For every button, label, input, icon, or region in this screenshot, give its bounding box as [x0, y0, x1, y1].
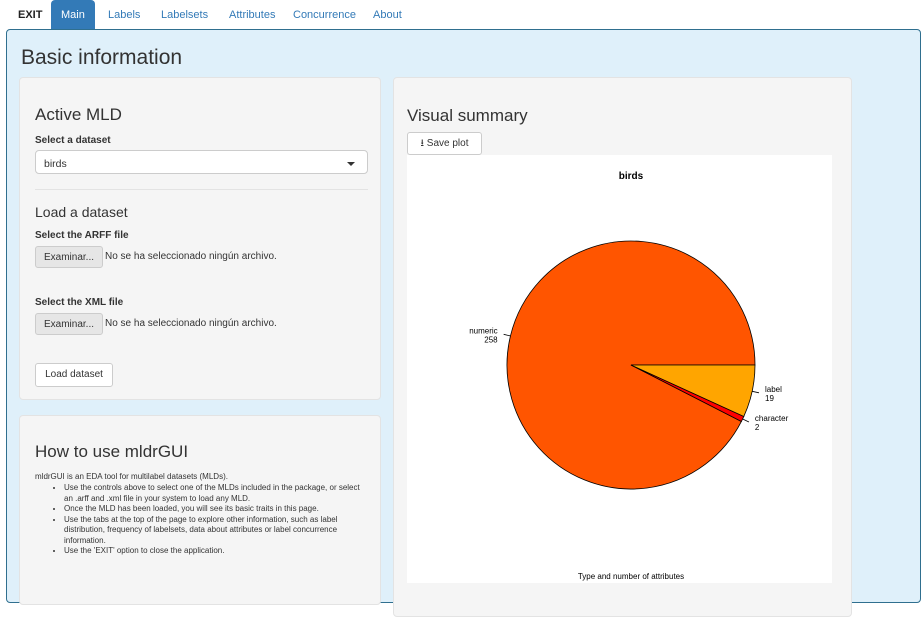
- dataset-panel: Active MLD Select a dataset birds Load a…: [19, 77, 381, 400]
- xml-file-label: Select the XML file: [35, 297, 124, 308]
- arff-file-label: Select the ARFF file: [35, 230, 129, 241]
- arff-file-status: No se ha seleccionado ningún archivo.: [105, 251, 277, 262]
- pie-value-label: 19: [765, 394, 774, 403]
- chart-caption: Type and number of attributes: [578, 572, 684, 581]
- active-mld-title: Active MLD: [35, 105, 122, 124]
- help-panel: How to use mldrGUI mldrGUI is an EDA too…: [19, 415, 381, 605]
- pie-value-numeric: 258: [484, 335, 498, 344]
- select-dataset-label: Select a dataset: [35, 135, 111, 146]
- pie-label-numeric: numeric: [469, 326, 497, 335]
- list-item: Use the controls above to select one of …: [64, 483, 360, 504]
- page-title: Basic information: [21, 46, 183, 69]
- pie-value-character: 2: [755, 423, 760, 432]
- pie-leader-label: [752, 390, 760, 394]
- xml-file-status: No se ha seleccionado ningún archivo.: [105, 318, 277, 329]
- load-dataset-button[interactable]: Load dataset: [35, 363, 113, 387]
- list-item: Use the 'EXIT' option to close the appli…: [64, 546, 360, 557]
- download-icon: ⭳: [420, 138, 425, 149]
- nav-exit[interactable]: EXIT: [8, 0, 52, 30]
- tab-labels[interactable]: Labels: [98, 0, 150, 30]
- chart-title: birds: [619, 171, 644, 182]
- tab-labelsets[interactable]: Labelsets: [151, 0, 218, 30]
- save-plot-label: Save plot: [426, 138, 469, 149]
- chevron-down-icon: [347, 162, 355, 166]
- save-plot-button[interactable]: ⭳ Save plot: [407, 132, 482, 155]
- dataset-select-value: birds: [44, 158, 67, 170]
- pie-label-label: label: [765, 385, 782, 394]
- help-title: How to use mldrGUI: [35, 442, 189, 461]
- visual-summary-panel: Visual summary ⭳ Save plot birds Type and…: [393, 77, 852, 617]
- visual-summary-title: Visual summary: [407, 106, 528, 125]
- tab-main[interactable]: Main: [51, 0, 95, 30]
- pie-leader-character: [742, 418, 750, 423]
- tab-concurrence[interactable]: Concurrence: [283, 0, 366, 30]
- tab-attributes[interactable]: Attributes: [219, 0, 285, 30]
- pie-label-character: character: [755, 414, 789, 423]
- tab-about[interactable]: About: [363, 0, 412, 30]
- load-dataset-title: Load a dataset: [35, 204, 128, 220]
- arff-browse-button[interactable]: Examinar...: [35, 246, 104, 268]
- help-intro: mldrGUI is an EDA tool for multilabel da…: [35, 472, 228, 481]
- top-navbar: EXIT Main Labels Labelsets Attributes Co…: [0, 0, 921, 30]
- pie-leader-numeric: [503, 333, 511, 337]
- pie-chart: birds Type and number of attributes numeri…: [469, 171, 789, 581]
- plot-area: birds Type and number of attributes numeri…: [407, 155, 832, 583]
- divider: [35, 189, 368, 190]
- list-item: Use the tabs at the top of the page to e…: [64, 515, 360, 547]
- help-list: Use the controls above to select one of …: [50, 483, 360, 557]
- dataset-select[interactable]: birds: [35, 150, 368, 174]
- main-tab-content: Basic information Active MLD Select a da…: [6, 29, 921, 617]
- list-item: Once the MLD has been loaded, you will s…: [64, 504, 360, 515]
- xml-browse-button[interactable]: Examinar...: [35, 313, 104, 335]
